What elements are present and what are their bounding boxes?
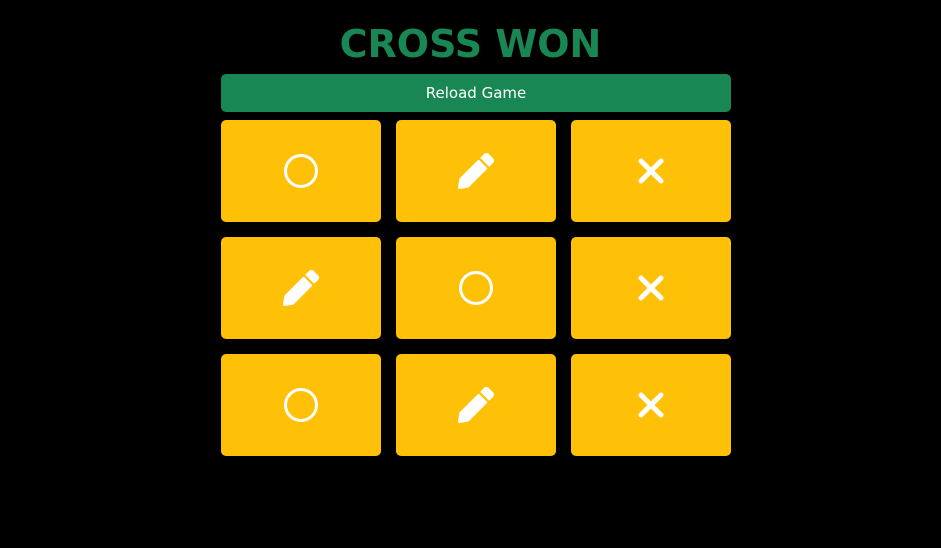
pencil-icon — [458, 153, 494, 189]
game-status-title: CROSS WON — [339, 22, 602, 66]
board-cell[interactable] — [396, 120, 556, 222]
cross-icon — [638, 158, 664, 184]
cross-icon — [638, 392, 664, 418]
board-cell[interactable] — [221, 354, 381, 456]
board-cell[interactable] — [571, 237, 731, 339]
cross-icon — [638, 275, 664, 301]
board-cell[interactable] — [396, 354, 556, 456]
game-app: CROSS WON Reload Game — [0, 0, 941, 548]
circle-icon — [283, 153, 319, 189]
board-cell[interactable] — [571, 354, 731, 456]
circle-icon — [458, 270, 494, 306]
board-cell[interactable] — [221, 120, 381, 222]
board-cell[interactable] — [571, 120, 731, 222]
game-board — [221, 120, 731, 456]
board-cell[interactable] — [221, 237, 381, 339]
pencil-icon — [283, 270, 319, 306]
pencil-icon — [458, 387, 494, 423]
board-cell[interactable] — [396, 237, 556, 339]
reload-game-button[interactable]: Reload Game — [221, 74, 731, 112]
circle-icon — [283, 387, 319, 423]
